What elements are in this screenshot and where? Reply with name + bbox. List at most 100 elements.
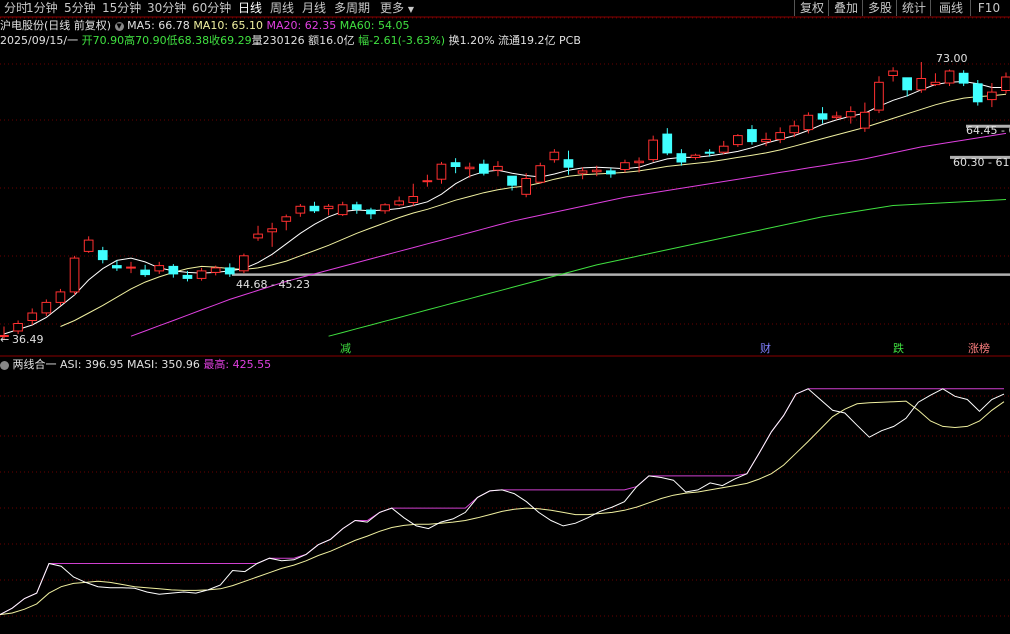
quote-info: 2025/09/15/一 开70.90高70.90低68.38收69.29量23… <box>0 33 581 48</box>
candle-body <box>196 270 207 279</box>
candle-body <box>987 91 997 101</box>
candle-body <box>845 111 856 118</box>
candle-body <box>464 166 475 170</box>
candle-body <box>958 72 969 84</box>
range-lower-label: 60.30 - 61. <box>953 156 1010 169</box>
range-upper-label: 64.45 - 6 <box>966 124 1010 137</box>
low-price-label: 36.49 <box>12 333 44 346</box>
candle-body <box>210 267 221 273</box>
high-price-label: 73.00 <box>936 52 968 65</box>
candle-body <box>563 159 574 168</box>
support-label: 44.68 - 45.23 <box>236 278 310 291</box>
candle-body <box>380 204 390 212</box>
ma10-value: MA10: 65.10 <box>193 19 264 32</box>
indicator-legend: 两线合一 ASI: 396.95 MASI: 350.96 最高: 425.55 <box>0 357 271 372</box>
candle-body <box>479 163 489 174</box>
candle-body <box>930 81 941 86</box>
indicator-name: 两线合一 <box>12 358 57 371</box>
asi-line <box>0 388 1005 616</box>
kline-chart[interactable] <box>0 0 1010 634</box>
candle-body <box>972 83 983 103</box>
candle-body <box>620 162 630 170</box>
high-value: 高70.90 <box>124 34 167 47</box>
candle-body <box>309 205 320 212</box>
sector-value: PCB <box>559 34 581 47</box>
candle-body <box>662 133 673 154</box>
candle-body <box>253 233 263 239</box>
ma5-line <box>3 80 1006 335</box>
candle-body <box>803 114 814 131</box>
candle-body <box>69 257 80 293</box>
settings-toggle-icon[interactable]: ▼ <box>114 21 124 31</box>
candle-body <box>549 151 560 161</box>
masi-value: MASI: 350.96 <box>126 358 200 371</box>
ma60-value: MA60: 54.05 <box>339 19 410 32</box>
event-marker-drop[interactable]: 跌 <box>893 343 904 355</box>
candle-body <box>337 204 348 216</box>
candle-body <box>267 228 277 233</box>
candle-body <box>366 209 376 215</box>
candle-body <box>535 165 546 183</box>
candle-body <box>1001 76 1010 91</box>
candle-body <box>55 291 66 303</box>
ma5-value: MA5: 66.78 <box>127 19 190 32</box>
candle-body <box>860 111 870 129</box>
candle-body <box>591 169 602 173</box>
asi-highest-line <box>0 388 1004 616</box>
candle-body <box>761 138 771 143</box>
ma60-line <box>328 199 1007 337</box>
candle-body <box>140 269 151 276</box>
event-marker-limit-up-list[interactable]: 涨榜 <box>968 343 990 355</box>
candle-body <box>126 266 136 269</box>
settings-toggle-icon[interactable] <box>0 360 9 370</box>
candle-body <box>831 115 842 119</box>
candle-body <box>224 267 235 275</box>
candle-body <box>27 312 38 321</box>
candle-body <box>97 250 108 261</box>
candle-body <box>944 70 955 84</box>
candle-body <box>41 301 52 314</box>
candle-body <box>648 139 658 161</box>
asi-value: ASI: 396.95 <box>60 358 124 371</box>
candle-body <box>83 239 94 252</box>
candle-body <box>634 160 644 164</box>
event-marker-finance[interactable]: 财 <box>760 343 771 355</box>
candle-body <box>13 323 23 332</box>
candle-body <box>775 132 785 140</box>
candle-body <box>281 216 292 222</box>
candle-body <box>676 153 687 163</box>
candle-body <box>408 196 419 203</box>
close-value: 收69.29 <box>209 34 252 47</box>
candle-body <box>436 163 447 180</box>
candle-body <box>450 162 461 167</box>
candle-body <box>704 151 715 154</box>
candle-body <box>606 170 616 175</box>
candle-body <box>168 265 179 275</box>
candle-body <box>817 113 828 120</box>
candle-body <box>690 154 701 158</box>
event-marker-reduce[interactable]: 减 <box>340 343 351 355</box>
candle-body <box>182 274 193 279</box>
candle-body <box>422 180 433 183</box>
candle-body <box>507 175 517 186</box>
candle-body <box>154 265 165 272</box>
candle-body <box>902 77 912 91</box>
stock-title: 沪电股份(日线 前复权) <box>0 19 112 32</box>
candle-body <box>916 78 927 91</box>
candle-body <box>521 178 531 195</box>
ma-legend: 沪电股份(日线 前复权) ▼ MA5: 66.78 MA10: 65.10 MA… <box>0 18 409 33</box>
candle-body <box>239 255 249 272</box>
candle-body <box>747 129 757 143</box>
candle-body <box>394 200 404 206</box>
turnover-value: 换1.20% <box>448 34 495 47</box>
candle-body <box>718 145 729 153</box>
amount-value: 额16.0亿 <box>308 34 355 47</box>
candle-body <box>295 205 306 214</box>
candle-body <box>351 204 362 210</box>
masi-line <box>0 400 1005 616</box>
candle-body <box>323 205 334 210</box>
change-value: 幅-2.61(-3.63%) <box>358 34 446 47</box>
quote-date: 2025/09/15/一 <box>0 34 79 47</box>
ma20-value: MA20: 62.35 <box>266 19 337 32</box>
candle-body <box>874 81 884 111</box>
